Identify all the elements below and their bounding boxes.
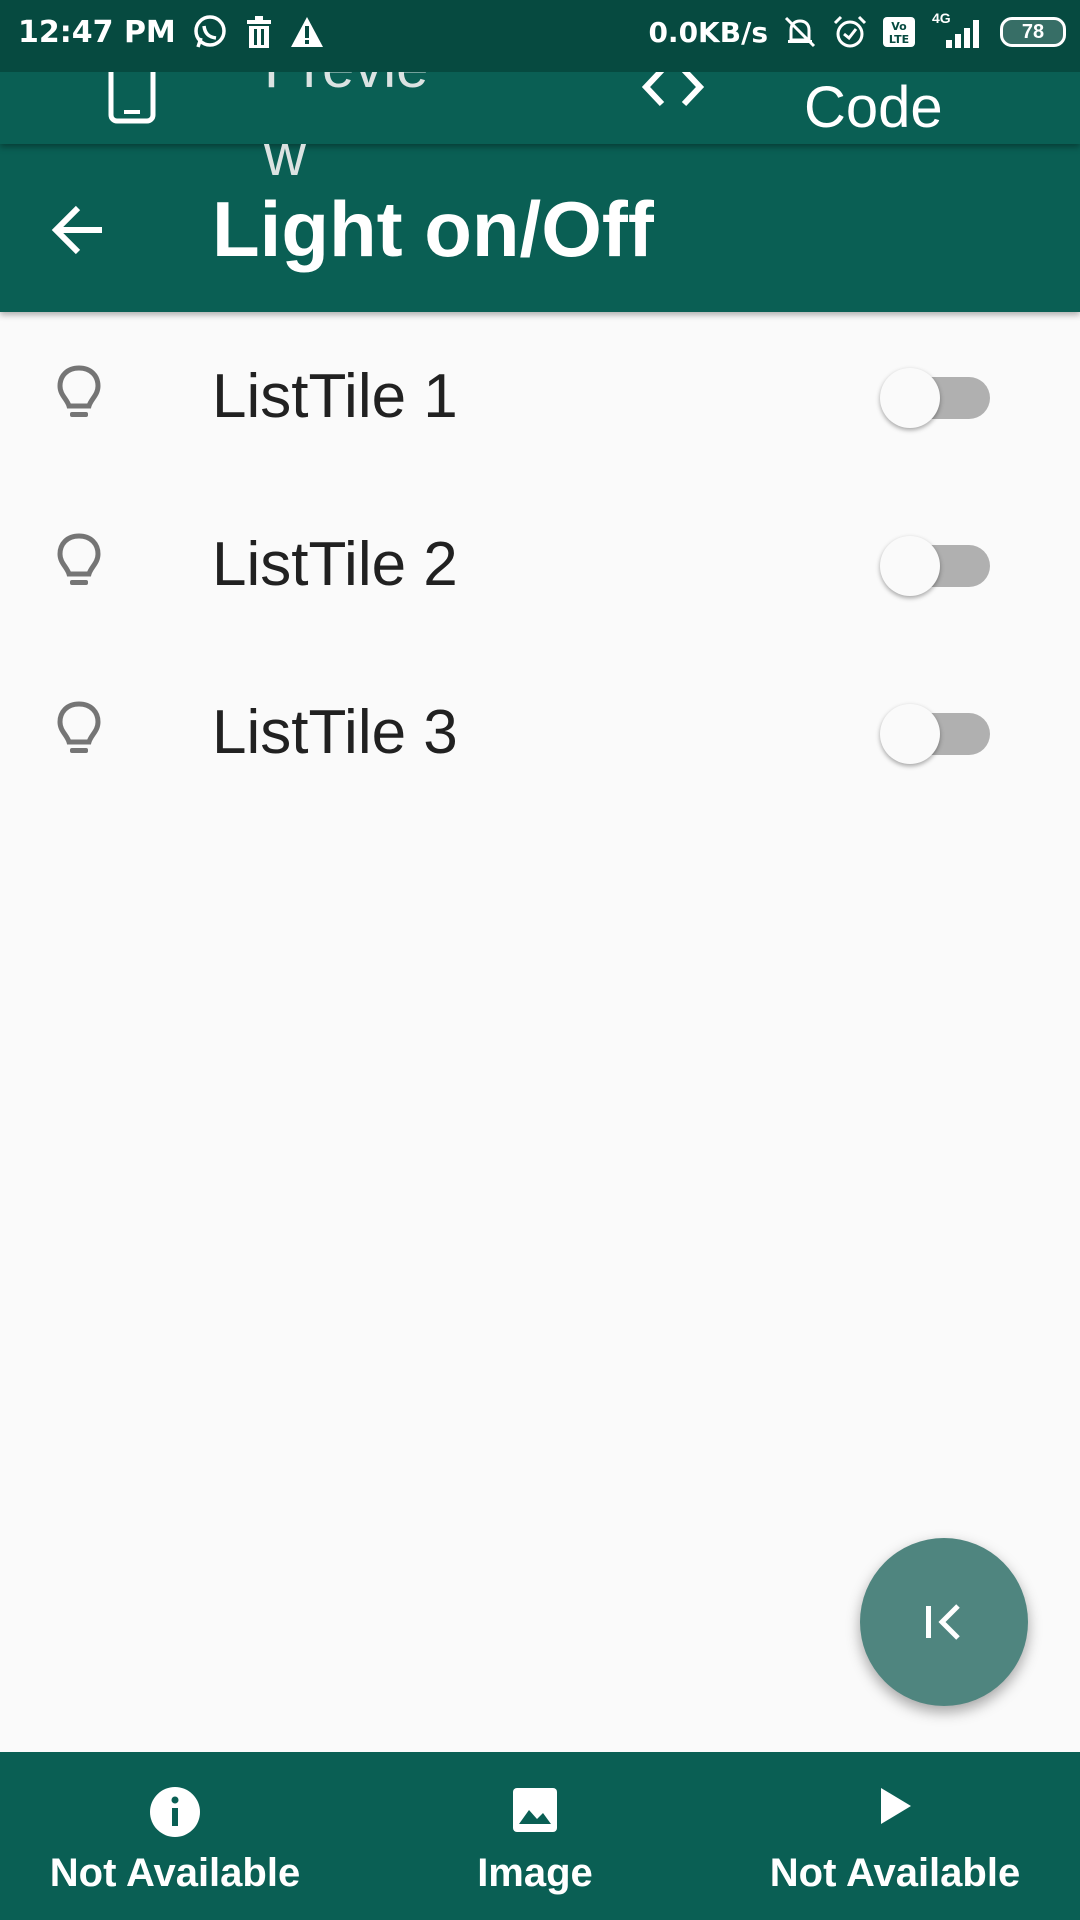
- list-item[interactable]: ListTile 3: [0, 648, 1080, 816]
- svg-text:Vo: Vo: [891, 20, 907, 33]
- battery-level: 78: [1021, 20, 1045, 43]
- back-arrow-icon[interactable]: [48, 200, 108, 260]
- nav-item-image[interactable]: Image: [385, 1752, 685, 1920]
- status-time: 12:47 PM: [18, 14, 176, 50]
- top-tab-bar: Preview Code: [0, 35, 1080, 188]
- signal-icon: 4G: [930, 10, 986, 50]
- tab-code[interactable]: Code: [804, 72, 943, 144]
- alarm-icon: [833, 15, 867, 48]
- list-item[interactable]: ListTile 2: [0, 480, 1080, 648]
- trash-icon: [246, 16, 271, 48]
- collapse-left-icon: [926, 1604, 960, 1640]
- nav-item-play[interactable]: Not Available: [730, 1752, 1060, 1920]
- lightbulb-icon: [57, 365, 101, 417]
- toggle-switch[interactable]: [880, 533, 990, 596]
- nav-label-info: Not Available: [49, 1851, 301, 1895]
- mute-notifications-icon: [784, 16, 816, 48]
- lightbulb-icon: [57, 533, 101, 585]
- list-item-label: ListTile 2: [212, 530, 458, 599]
- list: ListTile 1 ListTile 2 ListTile 3: [0, 312, 1080, 816]
- info-icon: [150, 1787, 200, 1837]
- status-bar: 12:47 PM 0.0KB/s Vo LTE 4G 78: [0, 0, 1080, 72]
- bottom-navigation: Not Available Image Not Available: [0, 1752, 1080, 1920]
- switch-thumb: [880, 704, 940, 764]
- warning-icon: [290, 17, 323, 47]
- collapse-fab-button[interactable]: [860, 1538, 1028, 1706]
- nav-item-info[interactable]: Not Available: [0, 1752, 350, 1920]
- switch-thumb: [880, 536, 940, 596]
- switch-thumb: [880, 368, 940, 428]
- list-item[interactable]: ListTile 1: [0, 312, 1080, 480]
- battery-icon: 78: [1000, 17, 1066, 47]
- app-bar: Light on/Off: [0, 144, 1080, 312]
- list-item-label: ListTile 1: [212, 362, 458, 431]
- toggle-switch[interactable]: [880, 365, 990, 428]
- play-icon: [881, 1788, 911, 1824]
- image-icon: [513, 1788, 557, 1832]
- toggle-switch[interactable]: [880, 701, 990, 764]
- network-speed: 0.0KB/s: [648, 15, 768, 49]
- volte-icon: Vo LTE: [883, 17, 915, 47]
- whatsapp-icon: [194, 15, 226, 48]
- nav-label-play: Not Available: [769, 1851, 1021, 1895]
- lightbulb-icon: [57, 701, 101, 753]
- svg-text:LTE: LTE: [889, 33, 909, 46]
- list-item-label: ListTile 3: [212, 698, 458, 767]
- nav-label-image: Image: [477, 1851, 593, 1895]
